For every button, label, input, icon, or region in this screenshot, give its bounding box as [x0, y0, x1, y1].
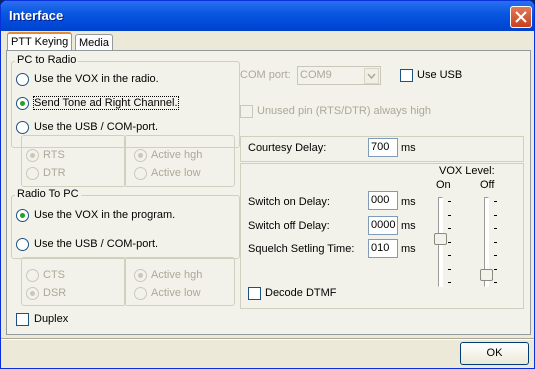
close-icon	[515, 11, 527, 23]
pc-radio-vox-label: Use the VOX in the radio.	[34, 73, 159, 85]
slider-tick	[494, 268, 497, 270]
use-usb-label: Use USB	[417, 69, 463, 81]
radio-pc-usb-radio[interactable]	[16, 238, 29, 251]
slider-tick	[494, 228, 497, 229]
slider-tick	[494, 201, 497, 202]
pc-active-high-radio[interactable]	[134, 149, 147, 162]
squelch-unit: ms	[401, 243, 416, 255]
radio-pc-vox-label: Use the VOX in the program.	[34, 209, 176, 221]
tab-media[interactable]: Media	[75, 34, 113, 50]
chevron-down-icon	[364, 68, 379, 84]
tab-ptt-keying[interactable]: PTT Keying	[7, 32, 73, 51]
pc-radio-tone-radio[interactable]	[16, 97, 29, 110]
radio-active-high-radio[interactable]	[134, 269, 147, 282]
slider-tick	[448, 201, 451, 202]
vox-level-title: VOX Level:	[439, 165, 495, 177]
slider-tick	[494, 241, 497, 243]
squelch-label: Squelch Setling Time:	[248, 243, 355, 255]
vox-on-label: On	[436, 179, 451, 191]
decode-dtmf-label: Decode DTMF	[265, 287, 337, 299]
interface-dialog: Interface PTT Keying Media PC to Radio U…	[0, 0, 535, 369]
pc-active-low-label: Active low	[151, 167, 201, 179]
radio-pc-vox-radio[interactable]	[16, 209, 29, 222]
cts-radio[interactable]	[26, 269, 39, 282]
pc-active-high-label: Active hgh	[151, 149, 203, 161]
duplex-checkbox[interactable]	[16, 313, 29, 326]
com-port-select[interactable]: COM9	[297, 66, 381, 85]
vox-on-thumb[interactable]	[434, 233, 447, 245]
slider-tick	[448, 268, 451, 270]
cts-label: CTS	[43, 269, 65, 281]
radio-to-pc-label: Radio To PC	[15, 188, 81, 200]
vox-off-thumb[interactable]	[480, 269, 493, 281]
tab-label: PTT Keying	[11, 36, 69, 48]
radio-active-high-label: Active hgh	[151, 269, 203, 281]
switch-on-unit: ms	[401, 196, 416, 208]
squelch-input[interactable]: 010	[368, 239, 398, 258]
switch-off-unit: ms	[401, 220, 416, 232]
courtesy-unit: ms	[401, 142, 416, 154]
slider-tick	[448, 214, 451, 216]
slider-tick	[448, 228, 451, 229]
pc-radio-tone-label: Send Tone ad Right Channel.	[33, 96, 179, 110]
tab-label: Media	[79, 37, 109, 49]
courtesy-label: Courtesy Delay:	[248, 142, 327, 154]
button-separator	[1, 338, 534, 340]
radio-pc-pin-group	[21, 257, 126, 306]
dtr-radio[interactable]	[26, 167, 39, 180]
pc-radio-usb-radio[interactable]	[16, 121, 29, 134]
pc-to-radio-label: PC to Radio	[15, 54, 79, 66]
radio-pc-usb-label: Use the USB / COM-port.	[34, 238, 159, 250]
window-title: Interface	[9, 8, 64, 23]
slider-tick	[494, 214, 497, 216]
com-port-value: COM9	[300, 69, 332, 81]
radio-active-low-radio[interactable]	[134, 287, 147, 300]
courtesy-delay-input[interactable]: 700	[368, 138, 398, 157]
unused-pin-checkbox[interactable]	[240, 105, 253, 118]
slider-tick	[494, 255, 497, 256]
dsr-label: DSR	[43, 287, 67, 299]
duplex-label: Duplex	[34, 313, 69, 325]
com-port-label: COM port:	[240, 69, 291, 81]
dsr-radio[interactable]	[26, 287, 39, 300]
use-usb-checkbox[interactable]	[400, 69, 413, 82]
radio-active-low-label: Active low	[151, 287, 201, 299]
title-bar[interactable]: Interface	[1, 1, 534, 31]
switch-on-label: Switch on Delay:	[248, 196, 330, 208]
pc-radio-vox-radio[interactable]	[16, 73, 29, 86]
switch-on-input[interactable]: 000	[368, 191, 398, 210]
vox-off-label: Off	[480, 179, 495, 191]
pc-active-low-radio[interactable]	[134, 167, 147, 180]
switch-off-label: Switch off Delay:	[248, 220, 330, 232]
pc-radio-pin-group	[21, 135, 126, 187]
ok-button[interactable]: OK	[460, 342, 529, 365]
slider-tick	[448, 255, 451, 256]
slider-tick	[448, 282, 451, 283]
slider-tick	[448, 241, 451, 243]
ptt-keying-panel: PC to Radio Use the VOX in the radio. Se…	[6, 50, 531, 335]
pc-radio-usb-label: Use the USB / COM-port.	[34, 121, 159, 133]
rts-label: RTS	[43, 149, 65, 161]
dtr-label: DTR	[43, 167, 66, 179]
rts-radio[interactable]	[26, 149, 39, 162]
slider-tick	[494, 282, 497, 283]
switch-off-input[interactable]: 0000	[368, 216, 398, 235]
unused-pin-label: Unused pin (RTS/DTR) always high	[257, 105, 432, 117]
close-button[interactable]	[510, 6, 532, 28]
decode-dtmf-checkbox[interactable]	[248, 287, 261, 300]
